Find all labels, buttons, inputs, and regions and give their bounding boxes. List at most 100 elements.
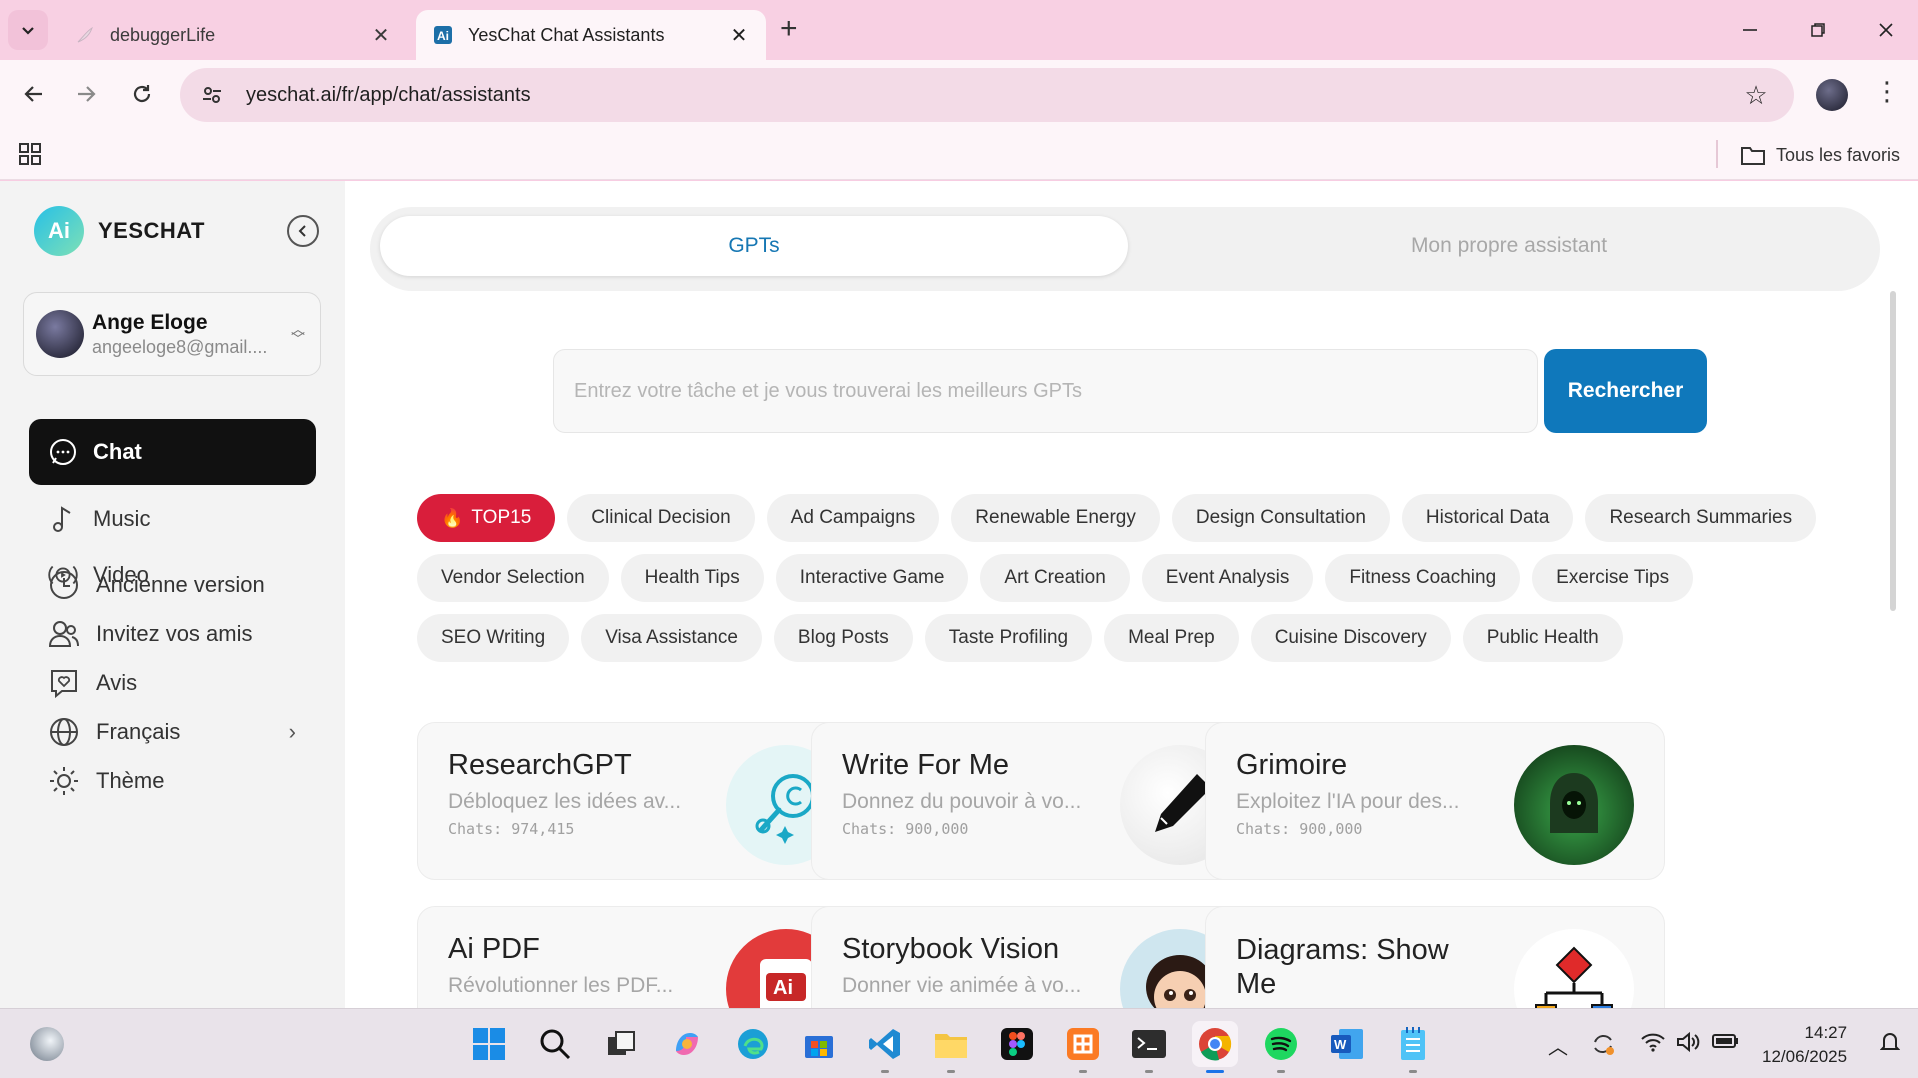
tag[interactable]: Design Consultation: [1171, 494, 1390, 542]
gpt-card-diagrams[interactable]: Diagrams: Show Me: [1205, 906, 1665, 1008]
tag[interactable]: Exercise Tips: [1532, 554, 1694, 602]
tag[interactable]: Ad Campaigns: [766, 494, 940, 542]
tag[interactable]: Clinical Decision: [567, 494, 755, 542]
volume-icon[interactable]: [1676, 1031, 1702, 1059]
yeschat-favicon-icon: Ai: [432, 24, 454, 46]
sync-icon[interactable]: [1590, 1031, 1616, 1063]
language-selector[interactable]: Français ›: [46, 712, 296, 752]
tag[interactable]: Art Creation: [980, 554, 1130, 602]
nav-music-label: Music: [93, 506, 151, 531]
weather-widget-icon[interactable]: [30, 1027, 64, 1061]
tab-gpts[interactable]: GPTs: [380, 216, 1128, 276]
assistant-type-tabs: GPTs Mon propre assistant: [370, 207, 1880, 291]
running-indicator: [881, 1070, 889, 1073]
chrome-icon[interactable]: [1192, 1021, 1238, 1073]
bookmark-star-icon[interactable]: ☆: [1736, 75, 1776, 115]
apps-grid-icon[interactable]: [18, 142, 42, 171]
tag[interactable]: Vendor Selection: [417, 554, 609, 602]
tag[interactable]: Blog Posts: [773, 614, 913, 662]
figma-icon[interactable]: [994, 1021, 1040, 1067]
profile-avatar[interactable]: [1816, 79, 1848, 111]
windows-start-icon[interactable]: [466, 1021, 512, 1067]
battery-icon[interactable]: [1712, 1031, 1740, 1057]
collapse-sidebar-button[interactable]: [287, 215, 319, 247]
bookmarks-bar: Tous les favoris: [0, 130, 1918, 180]
copilot-icon[interactable]: [664, 1021, 710, 1067]
file-explorer-icon[interactable]: [928, 1021, 974, 1073]
tag[interactable]: Taste Profiling: [924, 614, 1093, 662]
gpt-card-storybook-vision[interactable]: Storybook Vision Donner vie animée à vo.…: [811, 906, 1271, 1008]
tag[interactable]: Historical Data: [1401, 494, 1574, 542]
tag[interactable]: Public Health: [1462, 614, 1623, 662]
flowchart-icon: [1514, 929, 1634, 1008]
browser-tab-bar: debuggerLife ✕ Ai YesChat Chat Assistant…: [0, 0, 1918, 60]
tab-search-button[interactable]: [8, 10, 48, 50]
more-menu-icon[interactable]: ⋮: [1874, 76, 1900, 107]
close-icon[interactable]: ✕: [728, 23, 750, 48]
task-view-icon[interactable]: [598, 1021, 644, 1067]
category-tags: 🔥 TOP15 Clinical Decision Ad Campaigns Re…: [417, 494, 1817, 674]
show-hidden-icons-chevron-up-icon[interactable]: ︿: [1548, 1031, 1568, 1060]
windows-taskbar: W ︿ 14:27 12/06/2025: [0, 1008, 1918, 1078]
running-indicator: [1145, 1070, 1153, 1073]
gpt-search-input[interactable]: [553, 349, 1538, 433]
notification-bell-icon[interactable]: [1879, 1031, 1901, 1056]
url-text[interactable]: yeschat.ai/fr/app/chat/assistants: [246, 84, 1736, 107]
word-icon[interactable]: W: [1324, 1021, 1370, 1067]
close-icon[interactable]: ✕: [370, 23, 392, 48]
site-settings-icon[interactable]: [192, 75, 232, 115]
gpt-card-grimoire[interactable]: Grimoire Exploitez l'IA pour des... Chat…: [1205, 722, 1665, 880]
search-icon[interactable]: [532, 1021, 578, 1067]
terminal-icon[interactable]: [1126, 1021, 1172, 1073]
tab-debuggerlife[interactable]: debuggerLife ✕: [58, 10, 408, 60]
sun-icon: [46, 763, 82, 799]
tag-top15[interactable]: 🔥 TOP15: [417, 494, 556, 542]
notepad-icon[interactable]: [1390, 1021, 1436, 1073]
feedback-link[interactable]: Avis: [46, 663, 296, 703]
tag[interactable]: Visa Assistance: [581, 614, 762, 662]
running-indicator: [1079, 1070, 1087, 1073]
tag[interactable]: Event Analysis: [1141, 554, 1314, 602]
brand[interactable]: Ai YESCHAT: [34, 206, 205, 256]
tag[interactable]: Cuisine Discovery: [1250, 614, 1451, 662]
chevron-left-icon: [298, 225, 306, 237]
vscode-icon[interactable]: [862, 1021, 908, 1073]
restore-icon[interactable]: [1790, 10, 1846, 50]
gpt-card-ai-pdf[interactable]: Ai PDF Révolutionner les PDF... Ai: [417, 906, 877, 1008]
close-window-icon[interactable]: [1858, 10, 1914, 50]
search-button[interactable]: Rechercher: [1544, 349, 1707, 433]
chat-bubble-icon: [47, 436, 79, 468]
tab-own-assistant[interactable]: Mon propre assistant: [1138, 216, 1880, 276]
user-account-switcher[interactable]: Ange Eloge angeeloge8@gmail.... ︿ ﹀: [23, 292, 321, 376]
back-arrow-icon[interactable]: [14, 74, 54, 114]
page-scrollbar[interactable]: [1890, 291, 1896, 611]
forward-arrow-icon[interactable]: [66, 74, 106, 114]
system-clock[interactable]: 14:27 12/06/2025: [1762, 1021, 1847, 1069]
tag[interactable]: Meal Prep: [1104, 614, 1239, 662]
edge-browser-icon[interactable]: [730, 1021, 776, 1067]
old-version-link[interactable]: Ancienne version: [46, 565, 296, 605]
tag[interactable]: Interactive Game: [775, 554, 969, 602]
gpt-card-researchgpt[interactable]: ResearchGPT Débloquez les idées av... Ch…: [417, 722, 877, 880]
tag[interactable]: SEO Writing: [417, 614, 570, 662]
invite-friends-link[interactable]: Invitez vos amis: [46, 614, 296, 654]
tag[interactable]: Renewable Energy: [951, 494, 1160, 542]
gpt-card-write-for-me[interactable]: Write For Me Donnez du pouvoir à vo... C…: [811, 722, 1271, 880]
minimize-icon[interactable]: [1722, 10, 1778, 50]
reload-icon[interactable]: [122, 74, 162, 114]
tab-yeschat[interactable]: Ai YesChat Chat Assistants ✕: [416, 10, 766, 60]
tag[interactable]: Fitness Coaching: [1325, 554, 1521, 602]
tag[interactable]: Health Tips: [620, 554, 764, 602]
theme-toggle[interactable]: Thème: [46, 761, 296, 801]
all-bookmarks-button[interactable]: Tous les favoris: [1740, 140, 1900, 170]
nav-chat[interactable]: Chat: [29, 419, 316, 485]
address-bar[interactable]: yeschat.ai/fr/app/chat/assistants ☆: [180, 68, 1794, 122]
microsoft-store-icon[interactable]: [796, 1021, 842, 1067]
new-tab-icon[interactable]: +: [780, 14, 798, 44]
spotify-icon[interactable]: [1258, 1021, 1304, 1073]
feather-icon: [74, 24, 96, 46]
xampp-icon[interactable]: [1060, 1021, 1106, 1073]
tag[interactable]: Research Summaries: [1585, 494, 1817, 542]
tag-label: TOP15: [471, 507, 532, 528]
wifi-icon[interactable]: [1640, 1031, 1666, 1059]
